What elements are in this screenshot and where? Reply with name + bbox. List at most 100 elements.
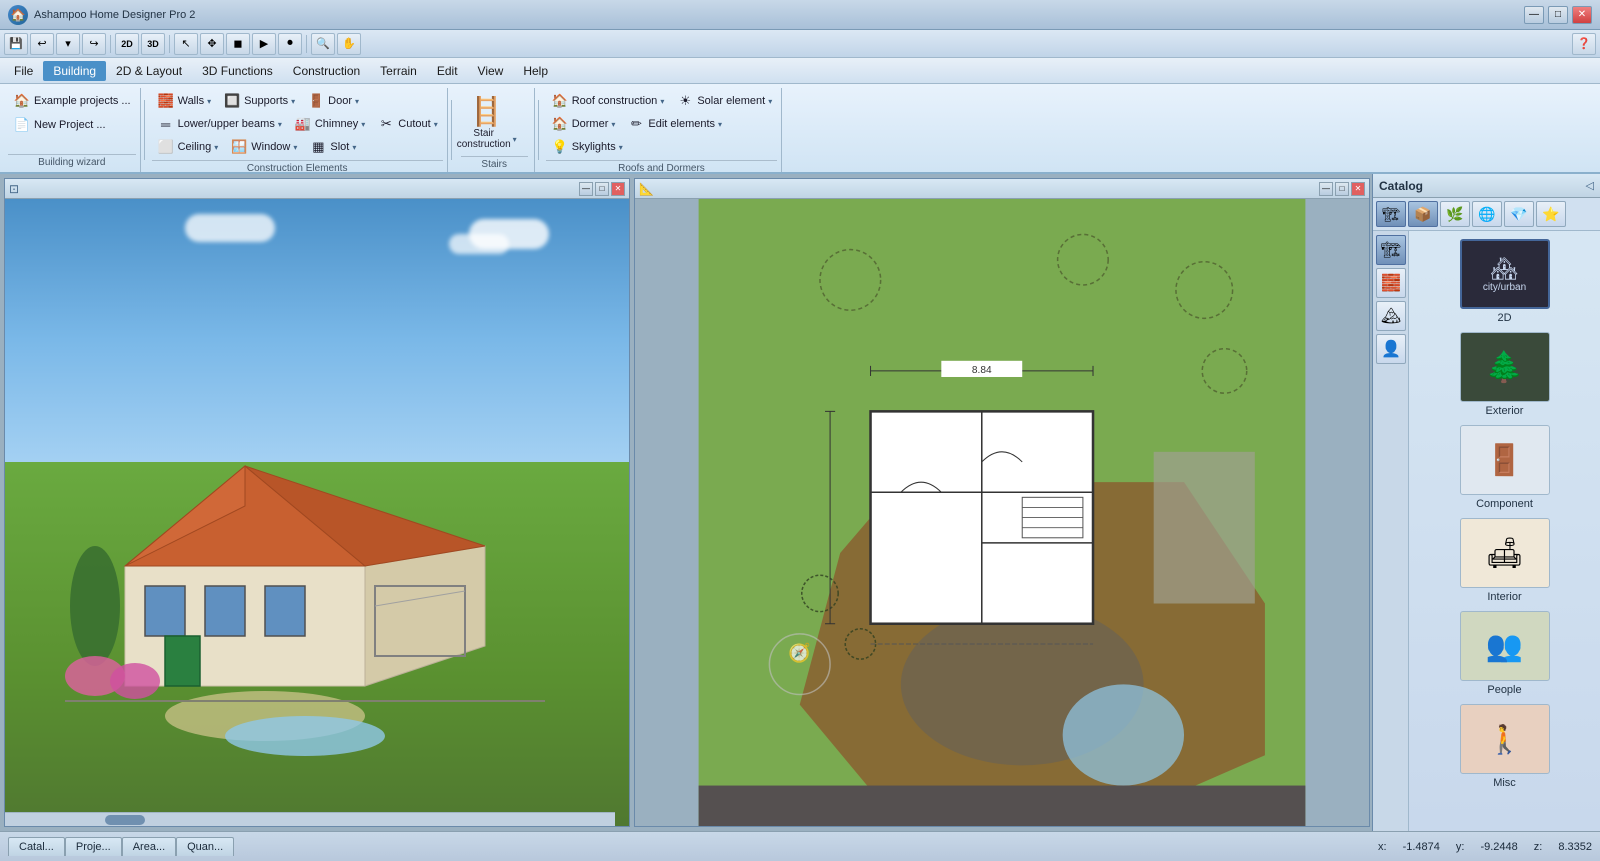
catalog-item-component[interactable]: 🚪 Component	[1415, 425, 1594, 510]
panel-2d-minimize[interactable]: —	[1319, 182, 1333, 196]
catalog-item-people-label: People	[1487, 684, 1521, 696]
panel-2d-close[interactable]: ✕	[1351, 182, 1365, 196]
catalog-header: Catalog ◁	[1373, 174, 1600, 198]
supports-icon: 🔲	[223, 92, 241, 110]
roof-arrow: ▾	[660, 97, 664, 106]
slot-button[interactable]: ▦ Slot ▾	[304, 136, 361, 158]
status-tab-catalog[interactable]: Catal...	[8, 837, 65, 856]
stair-icon: 🪜	[469, 98, 504, 126]
skylights-button[interactable]: 💡 Skylights ▾	[546, 136, 628, 158]
status-coordinates: x: -1.4874 y: -9.2448 z: 8.3352	[1378, 841, 1592, 853]
catalog-tb-star-btn[interactable]: ⭐	[1536, 201, 1566, 227]
close-button[interactable]: ✕	[1572, 6, 1592, 24]
catalog-item-2d[interactable]: 🏘 city/urban 2D	[1415, 239, 1594, 324]
door-button[interactable]: 🚪 Door ▾	[302, 90, 364, 112]
lower-upper-beams-button[interactable]: ═ Lower/upper beams ▾	[152, 113, 287, 135]
view-3d-button[interactable]: 3D	[141, 33, 165, 55]
solar-element-button[interactable]: ☀ Solar element ▾	[671, 90, 777, 112]
title-bar: 🏠 Ashampoo Home Designer Pro 2 — □ ✕	[0, 0, 1600, 30]
catalog-nav-person[interactable]: 👤	[1376, 334, 1406, 364]
catalog-tb-active-btn[interactable]: 📦	[1408, 201, 1438, 227]
catalog-nav-structures[interactable]: 🏗	[1376, 235, 1406, 265]
catalog-nav-walls[interactable]: 🧱	[1376, 268, 1406, 298]
chimney-button[interactable]: 🏭 Chimney ▾	[289, 113, 370, 135]
window-icon: 🪟	[230, 138, 248, 156]
minimize-button[interactable]: —	[1524, 6, 1544, 24]
panel-2d-maximize[interactable]: □	[1335, 182, 1349, 196]
status-tab-project[interactable]: Proje...	[65, 837, 122, 856]
stair-construction-button[interactable]: 🪜 Stair construction ▾	[461, 94, 513, 154]
catalog-collapse[interactable]: ◁	[1586, 179, 1594, 192]
menu-help[interactable]: Help	[513, 61, 558, 81]
status-tab-area[interactable]: Area...	[122, 837, 176, 856]
pan-button[interactable]: ✋	[337, 33, 361, 55]
x-coord-label: x:	[1378, 841, 1387, 853]
horizontal-scrollbar-3d[interactable]	[5, 812, 615, 826]
menu-edit[interactable]: Edit	[427, 61, 468, 81]
maximize-button[interactable]: □	[1548, 6, 1568, 24]
status-tab-quantity[interactable]: Quan...	[176, 837, 234, 856]
panel-3d: ⊡ — □ ✕	[4, 178, 630, 827]
panel-3d-maximize[interactable]: □	[595, 182, 609, 196]
catalog-item-people[interactable]: 👥 People	[1415, 611, 1594, 696]
cutout-button[interactable]: ✂ Cutout ▾	[372, 113, 442, 135]
edit-elements-button[interactable]: ✏ Edit elements ▾	[622, 113, 727, 135]
app-title: Ashampoo Home Designer Pro 2	[34, 9, 195, 21]
menu-3dfunctions[interactable]: 3D Functions	[192, 61, 283, 81]
catalog-item-misc[interactable]: 🚶 Misc	[1415, 704, 1594, 789]
catalog-item-exterior[interactable]: 🌲 Exterior	[1415, 332, 1594, 417]
zoom-button[interactable]: 🔍	[311, 33, 335, 55]
save-button[interactable]: 💾	[4, 33, 28, 55]
new-project-button[interactable]: 📄 New Project ...	[8, 114, 136, 136]
ribbon: 🏠 Example projects ... 📄 New Project ...…	[0, 84, 1600, 174]
ceiling-arrow: ▾	[214, 143, 218, 152]
roof-construction-button[interactable]: 🏠 Roof construction ▾	[546, 90, 670, 112]
catalog-item-exterior-label: Exterior	[1486, 405, 1524, 417]
view-2d-button[interactable]: 2D	[115, 33, 139, 55]
construction-elements-label: Construction Elements	[152, 160, 443, 176]
menu-view[interactable]: View	[468, 61, 514, 81]
undo-dropdown[interactable]: ▾	[56, 33, 80, 55]
redo-button[interactable]: ↪	[82, 33, 106, 55]
toolbar-separator-3	[306, 35, 307, 53]
catalog-item-misc-label: Misc	[1493, 777, 1516, 789]
example-projects-button[interactable]: 🏠 Example projects ...	[8, 90, 136, 112]
menu-terrain[interactable]: Terrain	[370, 61, 427, 81]
catalog-tb-special-btn[interactable]: 💎	[1504, 201, 1534, 227]
dormer-icon: 🏠	[551, 115, 569, 133]
catalog-items: 🏘 city/urban 2D 🌲 Exterior	[1409, 231, 1600, 831]
dormer-button[interactable]: 🏠 Dormer ▾	[546, 113, 621, 135]
undo-button[interactable]: ↩	[30, 33, 54, 55]
catalog-tb-3d-btn[interactable]: 🏗	[1376, 201, 1406, 227]
walls-button[interactable]: 🧱 Walls ▾	[152, 90, 217, 112]
construction-row-2: ═ Lower/upper beams ▾ 🏭 Chimney ▾ ✂ Cuto…	[152, 113, 443, 135]
record-button[interactable]: ⏺	[278, 33, 302, 55]
stop-button[interactable]: ◼	[226, 33, 250, 55]
menu-file[interactable]: File	[4, 61, 43, 81]
panel-3d-minimize[interactable]: —	[579, 182, 593, 196]
solar-icon: ☀	[676, 92, 694, 110]
catalog-tb-terrain-btn[interactable]: 🌿	[1440, 201, 1470, 227]
catalog-tb-globe-btn[interactable]: 🌐	[1472, 201, 1502, 227]
play-button[interactable]: ▶	[252, 33, 276, 55]
panel-2d: 📐 — □ ✕	[634, 178, 1370, 827]
window-button[interactable]: 🪟 Window ▾	[225, 136, 302, 158]
horizontal-scroll-thumb-3d[interactable]	[105, 815, 145, 825]
help-button[interactable]: ❓	[1572, 33, 1596, 55]
supports-button[interactable]: 🔲 Supports ▾	[218, 90, 300, 112]
roofs-row-2: 🏠 Dormer ▾ ✏ Edit elements ▾	[546, 113, 778, 135]
menu-building[interactable]: Building	[43, 61, 106, 81]
catalog-nav-terrain[interactable]: 🏔	[1376, 301, 1406, 331]
view-2d-scene: 8.84 🧭	[635, 199, 1369, 826]
menu-construction[interactable]: Construction	[283, 61, 370, 81]
catalog-title: Catalog	[1379, 179, 1423, 193]
catalog-item-interior[interactable]: 🛋 Interior	[1415, 518, 1594, 603]
menu-2dlayout[interactable]: 2D & Layout	[106, 61, 192, 81]
select-button[interactable]: ↖	[174, 33, 198, 55]
construction-elements-group: 🧱 Walls ▾ 🔲 Supports ▾ 🚪 Door ▾	[148, 88, 448, 172]
panel-3d-close[interactable]: ✕	[611, 182, 625, 196]
chimney-arrow: ▾	[361, 120, 365, 129]
ceiling-button[interactable]: ⬜ Ceiling ▾	[152, 136, 224, 158]
move-button[interactable]: ✥	[200, 33, 224, 55]
panel-3d-header: ⊡ — □ ✕	[5, 179, 629, 199]
